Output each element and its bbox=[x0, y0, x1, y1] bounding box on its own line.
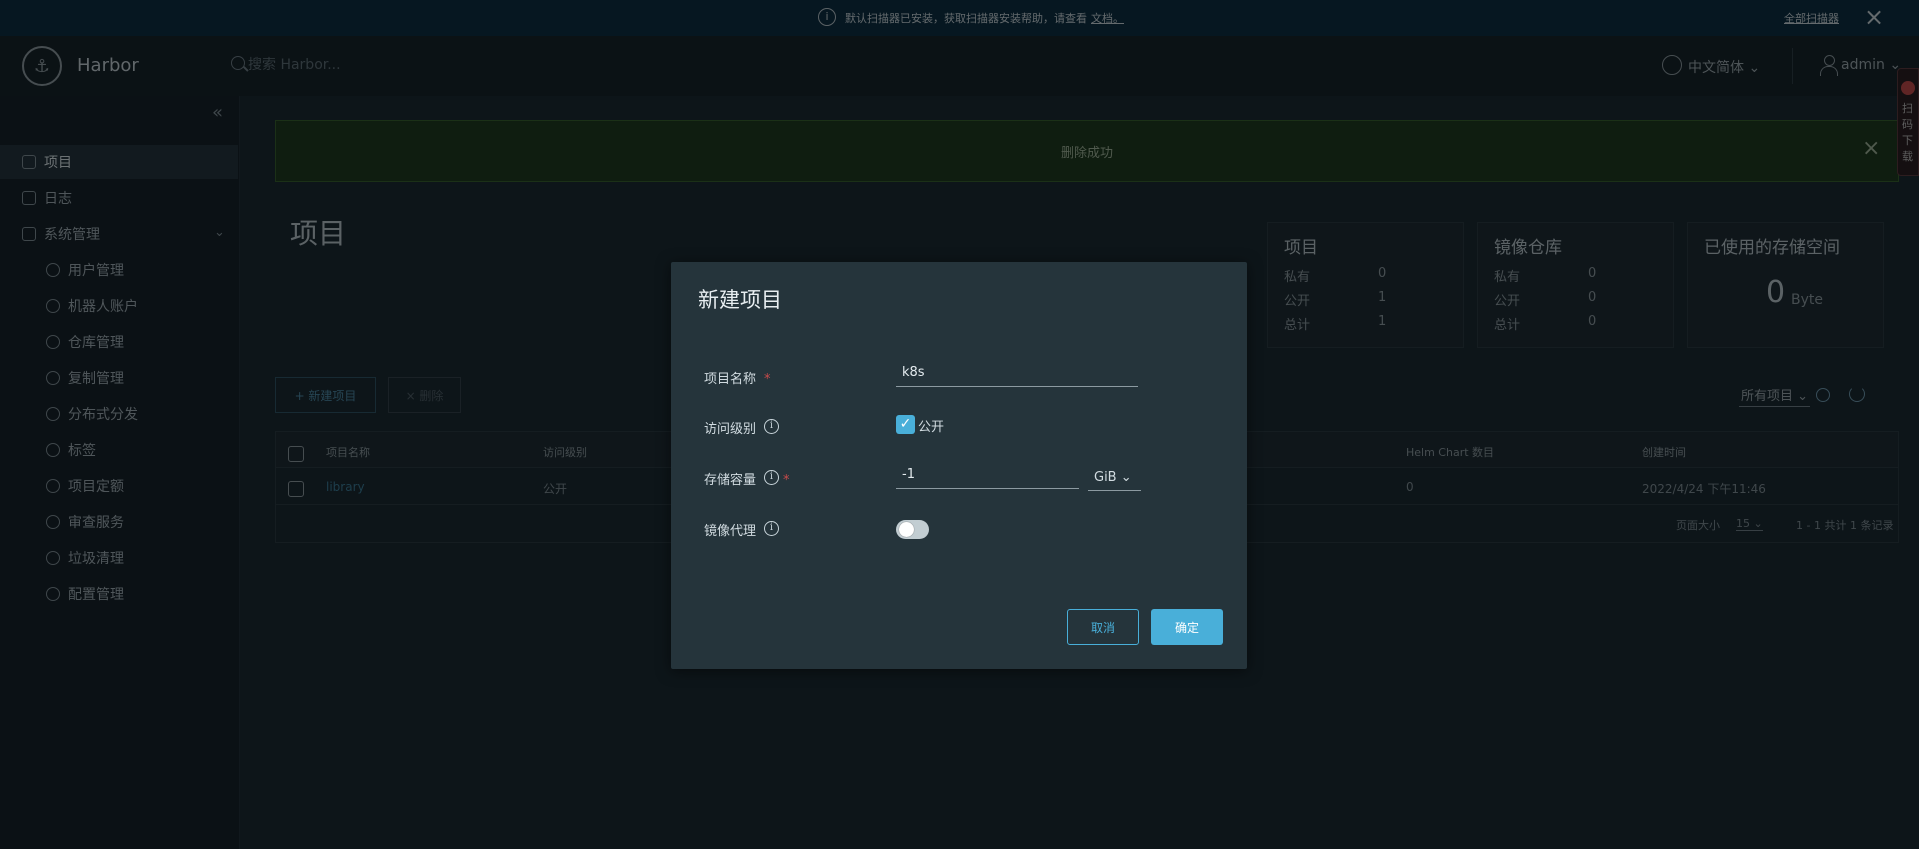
proxy-cache-label: 镜像代理 bbox=[704, 524, 757, 539]
toggle-knob bbox=[899, 522, 914, 537]
cancel-button[interactable]: 取消 bbox=[1067, 609, 1139, 645]
access-level-label: 访问级别 bbox=[704, 422, 757, 437]
dialog-title: 新建项目 bbox=[698, 288, 782, 312]
project-name-label: 项目名称 * bbox=[704, 372, 771, 387]
confirm-button[interactable]: 确定 bbox=[1151, 609, 1223, 645]
info-icon[interactable]: i bbox=[764, 470, 779, 485]
required-marker: * bbox=[764, 372, 771, 387]
new-project-dialog: 新建项目 项目名称* 访问级别 i ✓ 公开 存储容量* i GiB ⌄ 镜像代… bbox=[671, 262, 1247, 669]
info-icon[interactable]: i bbox=[764, 521, 779, 536]
proxy-cache-toggle[interactable] bbox=[896, 520, 929, 539]
project-name-input[interactable] bbox=[896, 361, 1138, 387]
required-marker: * bbox=[783, 473, 790, 488]
public-label: 公开 bbox=[918, 420, 945, 435]
quota-unit-select[interactable]: GiB ⌄ bbox=[1088, 465, 1141, 491]
info-icon[interactable]: i bbox=[764, 419, 779, 434]
public-checkbox[interactable]: ✓ bbox=[896, 415, 915, 434]
storage-quota-input[interactable] bbox=[896, 463, 1079, 489]
